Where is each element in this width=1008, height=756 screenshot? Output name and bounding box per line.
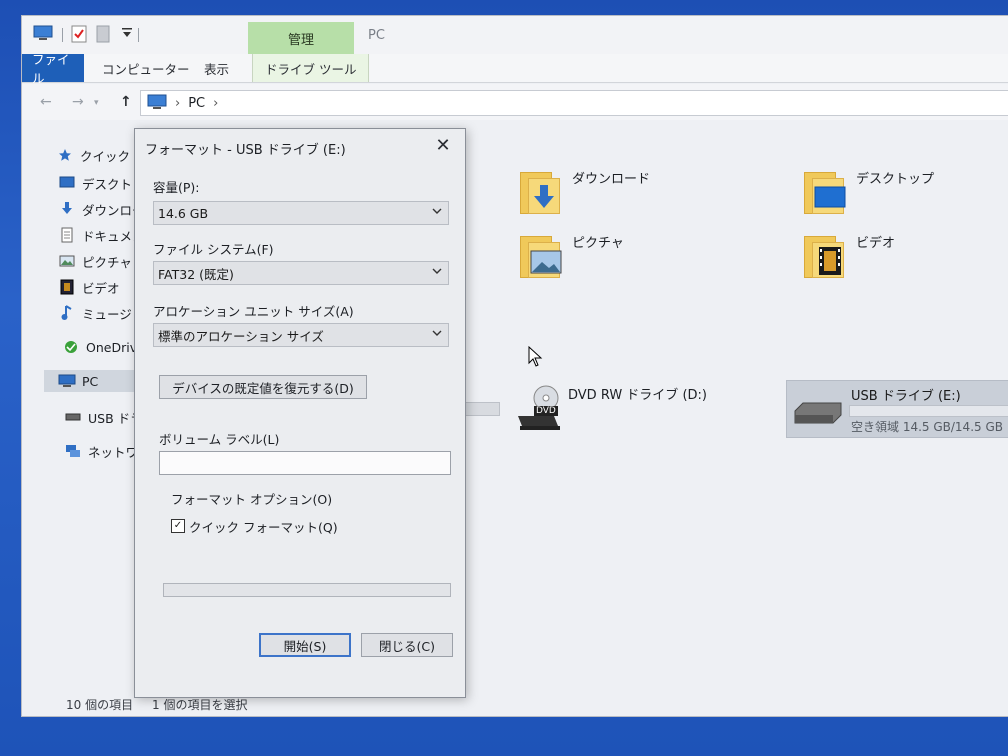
- navigation-pane: クイック ア デスクトッ ダウンロー ドキュメン ピクチャ ビデオ ミュージッ: [22, 122, 163, 690]
- dialog-body: 容量(P): 14.6 GB ファイル システム(F) FAT32 (既定) ア…: [149, 163, 453, 683]
- quick-format-checkbox[interactable]: ✓: [171, 519, 185, 533]
- sidebar-item-label: ビデオ: [82, 280, 120, 296]
- address-bar-row: ← → ▾ ↑ › PC ›: [22, 84, 1008, 120]
- start-button[interactable]: 開始(S): [259, 633, 351, 657]
- capacity-select[interactable]: 14.6 GB: [153, 201, 449, 225]
- pc-icon: [58, 373, 76, 389]
- drive-dvd[interactable]: DVD DVD RW ドライブ (D:): [516, 384, 707, 430]
- drive-free-space: 空き領域 14.5 GB/14.5 GB: [851, 420, 1003, 434]
- folder-pictures[interactable]: ピクチャ: [520, 232, 624, 278]
- pc-icon[interactable]: [32, 24, 54, 42]
- properties-icon[interactable]: [70, 24, 88, 44]
- selection-count: 1 個の項目を選択: [152, 698, 248, 712]
- drive-usage-bar: [849, 405, 1008, 417]
- desktop-icon: [58, 175, 76, 191]
- drive-usb[interactable]: USB ドライブ (E:) 空き領域 14.5 GB/14.5 GB: [786, 380, 1008, 438]
- desktop-folder-icon: [804, 168, 848, 214]
- folder-videos[interactable]: ビデオ: [804, 232, 895, 278]
- sidebar-item-music[interactable]: ミュージッ: [58, 302, 144, 324]
- capacity-label: 容量(P):: [153, 180, 200, 195]
- quick-format-label: クイック フォーマット(Q): [189, 520, 338, 535]
- mouse-cursor-icon: [528, 346, 543, 367]
- videos-folder-icon: [804, 232, 848, 278]
- sidebar-item-desktop[interactable]: デスクトッ: [58, 172, 145, 194]
- close-icon[interactable]: ✕: [431, 135, 455, 157]
- volume-label: ボリューム ラベル(L): [159, 432, 280, 447]
- sidebar-item-documents[interactable]: ドキュメン: [58, 224, 145, 246]
- format-options-label: フォーマット オプション(O): [171, 492, 333, 507]
- format-dialog: フォーマット - USB ドライブ (E:) ✕ 容量(P): 14.6 GB …: [134, 128, 466, 698]
- filesystem-label: ファイル システム(F): [153, 242, 274, 257]
- drive-label: USB ドライブ (E:): [851, 389, 961, 404]
- up-arrow-icon[interactable]: ↑: [120, 94, 132, 110]
- picture-icon: [58, 253, 76, 269]
- window-title: PC: [368, 28, 385, 43]
- new-folder-icon[interactable]: [96, 24, 110, 44]
- star-icon: [56, 147, 74, 163]
- network-icon: [64, 443, 82, 459]
- onedrive-icon: [62, 339, 80, 355]
- toolbar-separator: [62, 28, 63, 42]
- forward-arrow-icon[interactable]: →: [72, 94, 84, 110]
- tab-drive-tools[interactable]: ドライブ ツール: [252, 54, 370, 82]
- dvd-badge: DVD: [534, 406, 558, 416]
- customize-toolbar-icon[interactable]: [118, 24, 136, 42]
- allocation-value: 標準のアロケーション サイズ: [158, 328, 324, 344]
- music-icon: [58, 305, 76, 321]
- pictures-folder-icon: [520, 232, 564, 278]
- chevron-down-icon: [432, 330, 442, 336]
- recent-chevron-icon[interactable]: ▾: [94, 98, 99, 108]
- dvd-drive-icon: DVD: [516, 384, 560, 430]
- folder-desktop[interactable]: デスクトップ: [804, 168, 934, 214]
- filesystem-select[interactable]: FAT32 (既定): [153, 261, 449, 285]
- folder-label: ビデオ: [856, 236, 896, 251]
- title-bar: 管理 PC: [22, 16, 1008, 54]
- restore-defaults-button[interactable]: デバイスの既定値を復元する(D): [159, 375, 367, 399]
- sidebar-item-downloads[interactable]: ダウンロー: [58, 198, 145, 220]
- download-icon: [58, 201, 76, 217]
- filesystem-value: FAT32 (既定): [158, 266, 234, 282]
- sidebar-item-label: ピクチャ: [82, 254, 132, 270]
- folder-label: ピクチャ: [572, 236, 624, 251]
- tab-file[interactable]: ファイル: [22, 52, 84, 86]
- allocation-label: アロケーション ユニット サイズ(A): [153, 304, 354, 319]
- tab-manage[interactable]: 管理: [248, 22, 354, 54]
- chevron-down-icon: [432, 268, 442, 274]
- address-box[interactable]: › PC ›: [140, 90, 1008, 116]
- capacity-value: 14.6 GB: [158, 205, 209, 221]
- breadcrumb-pc[interactable]: PC: [188, 96, 205, 111]
- drive-label: DVD RW ドライブ (D:): [568, 388, 707, 403]
- item-count: 10 個の項目: [66, 698, 134, 712]
- sidebar-item-onedrive[interactable]: OneDrive: [62, 336, 145, 358]
- sidebar-item-label: PC: [82, 373, 99, 389]
- toolbar-separator: [138, 28, 139, 42]
- close-button[interactable]: 閉じる(C): [361, 633, 453, 657]
- back-arrow-icon[interactable]: ←: [40, 94, 52, 110]
- volume-label-input[interactable]: [159, 451, 451, 475]
- chevron-down-icon: [432, 208, 442, 214]
- breadcrumb-chevron-icon[interactable]: ›: [213, 96, 218, 111]
- usb-drive-icon: [64, 409, 82, 425]
- tab-computer[interactable]: コンピューター: [90, 54, 202, 82]
- video-icon: [58, 279, 76, 295]
- sidebar-item-quick-access[interactable]: クイック ア: [56, 144, 146, 166]
- folder-downloads[interactable]: ダウンロード: [520, 168, 650, 214]
- downloads-folder-icon: [520, 168, 564, 214]
- pc-icon: [147, 94, 167, 113]
- tab-view[interactable]: 表示: [192, 54, 241, 82]
- sidebar-item-pictures[interactable]: ピクチャ: [58, 250, 132, 272]
- ribbon-tabs: ファイル コンピューター 表示 ドライブ ツール: [22, 52, 1008, 86]
- folder-label: デスクトップ: [856, 172, 935, 187]
- usb-drive-icon: [794, 402, 842, 424]
- format-progress-bar: [163, 583, 451, 597]
- folder-label: ダウンロード: [572, 172, 651, 187]
- breadcrumb-chevron-icon: ›: [175, 95, 181, 111]
- document-icon: [58, 227, 76, 243]
- allocation-select[interactable]: 標準のアロケーション サイズ: [153, 323, 449, 347]
- sidebar-item-videos[interactable]: ビデオ: [58, 276, 120, 298]
- dialog-title: フォーマット - USB ドライブ (E:): [145, 143, 346, 158]
